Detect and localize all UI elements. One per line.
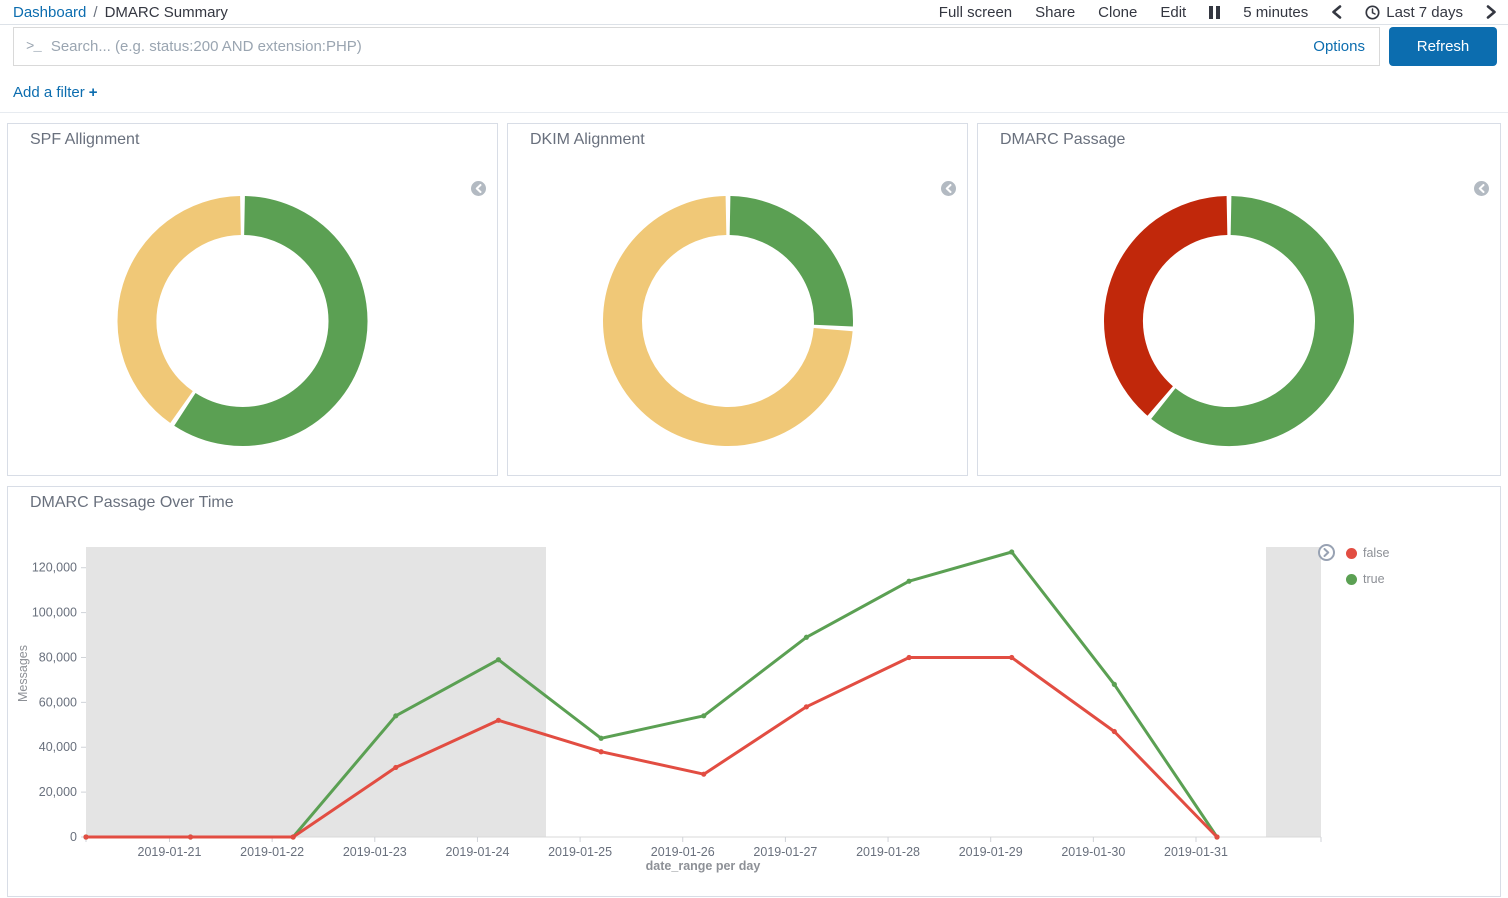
x-axis-label: date_range per day bbox=[8, 859, 1398, 873]
pause-icon[interactable] bbox=[1209, 6, 1220, 19]
top-nav-bar: Dashboard / DMARC Summary Full screen Sh… bbox=[0, 0, 1508, 25]
chevron-right-icon bbox=[1323, 548, 1330, 557]
panel-dmarc-over-time: DMARC Passage Over Time 020,00040,00060,… bbox=[7, 486, 1501, 897]
svg-text:40,000: 40,000 bbox=[39, 740, 77, 754]
svg-text:2019-01-28: 2019-01-28 bbox=[856, 845, 920, 859]
page-title: DMARC Summary bbox=[105, 4, 228, 21]
add-filter-link[interactable]: Add a filter bbox=[13, 84, 85, 101]
search-input[interactable] bbox=[51, 38, 1301, 55]
legend-dot-false bbox=[1346, 548, 1357, 559]
plus-icon[interactable]: + bbox=[89, 84, 98, 101]
clock-icon bbox=[1365, 5, 1380, 20]
query-prompt-icon: >_ bbox=[26, 39, 41, 55]
share-button[interactable]: Share bbox=[1035, 4, 1075, 21]
legend-item-false[interactable]: false bbox=[1346, 543, 1389, 563]
dmarc-over-time-chart[interactable]: 0 20,000 40,000 60,000 80,000 100,000 120,000 2… bbox=[8, 487, 1502, 898]
legend-dot-true bbox=[1346, 574, 1357, 585]
svg-text:2019-01-26: 2019-01-26 bbox=[651, 845, 715, 859]
top-menu: Full screen Share Clone Edit 5 minutes L… bbox=[939, 4, 1497, 21]
svg-text:2019-01-29: 2019-01-29 bbox=[959, 845, 1023, 859]
svg-text:100,000: 100,000 bbox=[32, 606, 77, 620]
breadcrumb: Dashboard / DMARC Summary bbox=[13, 4, 228, 21]
chart-legend: false true bbox=[1346, 543, 1389, 595]
svg-text:2019-01-24: 2019-01-24 bbox=[445, 845, 509, 859]
svg-text:2019-01-23: 2019-01-23 bbox=[343, 845, 407, 859]
clone-button[interactable]: Clone bbox=[1098, 4, 1137, 21]
svg-text:60,000: 60,000 bbox=[39, 695, 77, 709]
line-chart-area: 0 20,000 40,000 60,000 80,000 100,000 120,000 2… bbox=[8, 487, 1502, 898]
full-screen-button[interactable]: Full screen bbox=[939, 4, 1012, 21]
svg-text:20,000: 20,000 bbox=[39, 785, 77, 799]
svg-text:0: 0 bbox=[70, 830, 77, 844]
spf-donut-chart[interactable] bbox=[8, 124, 499, 477]
breadcrumb-dashboard-link[interactable]: Dashboard bbox=[13, 4, 86, 21]
dkim-donut-chart[interactable] bbox=[508, 124, 969, 477]
breadcrumb-separator: / bbox=[93, 4, 97, 21]
svg-text:2019-01-27: 2019-01-27 bbox=[753, 845, 817, 859]
search-box[interactable]: >_ Options bbox=[13, 27, 1380, 66]
panel-dmarc-passage: DMARC Passage bbox=[977, 123, 1501, 476]
refresh-button[interactable]: Refresh bbox=[1389, 27, 1497, 66]
svg-text:120,000: 120,000 bbox=[32, 561, 77, 575]
svg-text:2019-01-31: 2019-01-31 bbox=[1164, 845, 1228, 859]
svg-text:80,000: 80,000 bbox=[39, 650, 77, 664]
refresh-interval-button[interactable]: 5 minutes bbox=[1243, 4, 1308, 21]
section-divider bbox=[0, 112, 1508, 113]
time-back-chevron-icon[interactable] bbox=[1331, 5, 1342, 19]
svg-text:2019-01-25: 2019-01-25 bbox=[548, 845, 612, 859]
legend-toggle-button[interactable] bbox=[1318, 544, 1335, 561]
panel-spf-alignment: SPF Allignment bbox=[7, 123, 498, 476]
y-axis-label: Messages bbox=[16, 676, 30, 702]
legend-label: true bbox=[1363, 572, 1385, 586]
time-forward-chevron-icon[interactable] bbox=[1486, 5, 1497, 19]
filter-bar: Add a filter+ bbox=[13, 84, 97, 101]
options-link[interactable]: Options bbox=[1313, 38, 1365, 55]
svg-text:2019-01-22: 2019-01-22 bbox=[240, 845, 304, 859]
edit-button[interactable]: Edit bbox=[1160, 4, 1186, 21]
legend-item-true[interactable]: true bbox=[1346, 569, 1389, 589]
time-range-picker[interactable]: Last 7 days bbox=[1365, 4, 1463, 21]
panel-dkim-alignment: DKIM Alignment bbox=[507, 123, 968, 476]
svg-text:2019-01-30: 2019-01-30 bbox=[1061, 845, 1125, 859]
query-bar: >_ Options Refresh bbox=[13, 27, 1497, 66]
svg-text:2019-01-21: 2019-01-21 bbox=[138, 845, 202, 859]
legend-label: false bbox=[1363, 546, 1389, 560]
dmarc-donut-chart[interactable] bbox=[978, 124, 1502, 477]
